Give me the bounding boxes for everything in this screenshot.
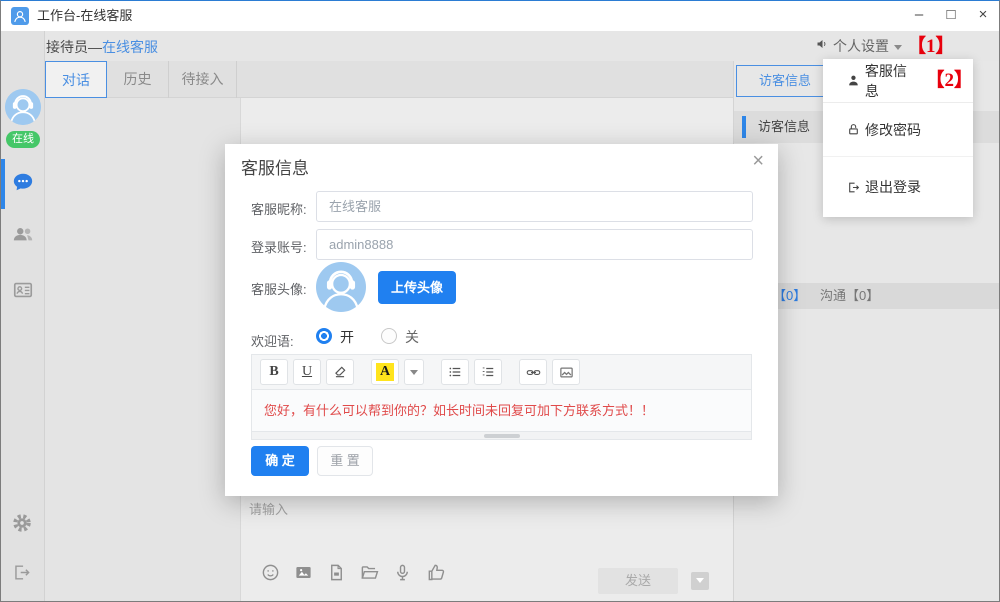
confirm-button[interactable]: 确 定 [251, 446, 309, 476]
bold-button[interactable]: B [260, 359, 288, 385]
welcome-off-radio[interactable] [381, 328, 397, 344]
menu-item-label[interactable]: 退出登录 [865, 177, 921, 197]
message-input[interactable]: 请输入 [249, 499, 288, 518]
emoji-icon[interactable] [261, 563, 280, 582]
bold-glyph: B [269, 364, 278, 380]
tab-pending[interactable]: 待接入 [169, 61, 237, 98]
thumbs-up-icon[interactable] [426, 562, 446, 582]
reset-button[interactable]: 重 置 [317, 446, 373, 476]
header-accent-bar [742, 116, 746, 138]
menu-item-change-password[interactable]: 修改密码 [823, 103, 973, 157]
upload-avatar-button[interactable]: 上传头像 [378, 271, 456, 304]
status-badge: 在线 [6, 131, 40, 148]
underline-glyph: U [302, 364, 312, 380]
menu-item-label[interactable]: 修改密码 [865, 120, 921, 140]
chevron-down-icon [894, 45, 902, 50]
chat-input-section: 请输入 [241, 491, 733, 602]
menu-item-label[interactable]: 客服信息 [865, 61, 921, 101]
input-toolbar [261, 562, 446, 582]
minimize-button[interactable]: – [903, 1, 935, 31]
nickname-label: 客服昵称: [251, 199, 307, 218]
id-card-icon[interactable] [12, 279, 34, 301]
personal-settings-label[interactable]: 个人设置 [833, 36, 889, 56]
user-avatar[interactable] [5, 89, 41, 125]
visitor-info-button[interactable]: 访客信息 [736, 65, 834, 97]
chat-icon[interactable] [12, 171, 34, 193]
numbered-list-button[interactable] [474, 359, 502, 385]
welcome-off-label[interactable]: 关 [405, 327, 419, 347]
eraser-button[interactable] [326, 359, 354, 385]
maximize-button[interactable]: □ [935, 1, 967, 31]
underline-button[interactable]: U [293, 359, 321, 385]
avatar-label: 客服头像: [251, 279, 307, 298]
image-icon[interactable] [294, 563, 313, 582]
personal-settings[interactable]: 个人设置 【1】 [816, 31, 955, 61]
account-field[interactable]: admin8888 [316, 229, 753, 260]
modal-title: 客服信息 [241, 154, 309, 179]
welcome-on-radio[interactable] [316, 328, 332, 344]
lock-icon [847, 123, 860, 136]
close-button[interactable]: × [967, 1, 999, 31]
folder-icon[interactable] [360, 563, 379, 582]
font-color-button[interactable]: A [371, 359, 399, 385]
settings-dropdown-menu: 客服信息 【2】 修改密码 退出登录 [823, 59, 973, 217]
chat-tab-bar: 对话 历史 待接入 [45, 61, 733, 98]
welcome-editor: B U A [251, 354, 752, 440]
font-color-dropdown[interactable] [404, 359, 424, 385]
annotation-1: 【1】 [907, 37, 955, 56]
person-icon [847, 74, 860, 87]
service-avatar [316, 262, 366, 312]
title-bar: 工作台-在线客服 – □ × [1, 1, 999, 31]
sidebar: 在线 [1, 31, 45, 602]
receptionist-name-link[interactable]: 在线客服 [102, 39, 158, 55]
speaker-icon [816, 37, 828, 55]
welcome-message-text[interactable]: 您好，有什么可以帮到你的？如长时间未回复可加下方联系方式！！ [251, 390, 752, 432]
menu-item-service-info[interactable]: 客服信息 【2】 [823, 59, 973, 103]
tab-history[interactable]: 历史 [107, 61, 169, 98]
communication-tab[interactable]: 沟通【0】 [820, 283, 879, 309]
service-info-modal: 客服信息 × 客服昵称: 在线客服 登录账号: admin8888 客服头像: … [225, 144, 778, 496]
insert-image-icon [559, 365, 574, 380]
bullet-list-button[interactable] [441, 359, 469, 385]
app-logo-icon [11, 7, 29, 25]
agents-icon[interactable] [12, 223, 34, 245]
active-indicator [1, 159, 5, 209]
visitor-info-header-label: 访客信息 [758, 111, 810, 143]
numbered-list-icon [481, 365, 495, 379]
eraser-icon [333, 365, 347, 379]
insert-image-button[interactable] [552, 359, 580, 385]
logout-icon [847, 181, 860, 194]
font-color-glyph: A [376, 363, 394, 381]
file-icon[interactable] [327, 563, 346, 582]
editor-toolbar: B U A [251, 354, 752, 390]
chevron-down-icon [410, 370, 418, 375]
modal-close-icon[interactable]: × [752, 150, 764, 173]
menu-item-logout[interactable]: 退出登录 [823, 157, 973, 217]
link-icon [526, 365, 541, 380]
send-options-button[interactable] [691, 572, 709, 590]
nickname-field[interactable]: 在线客服 [316, 191, 753, 222]
mic-icon[interactable] [393, 563, 412, 582]
editor-resize-handle[interactable] [251, 432, 752, 440]
link-button[interactable] [519, 359, 547, 385]
account-label: 登录账号: [251, 237, 307, 256]
send-button[interactable]: 发送 [598, 568, 678, 594]
welcome-label: 欢迎语: [251, 331, 294, 350]
logout-icon[interactable] [12, 563, 31, 582]
conversation-list [45, 98, 241, 602]
window-title: 工作台-在线客服 [37, 1, 132, 31]
welcome-on-label[interactable]: 开 [340, 327, 354, 347]
receptionist-label: 接待员—在线客服 [46, 31, 158, 61]
receptionist-prefix: 接待员— [46, 39, 102, 55]
annotation-2: 【2】 [925, 71, 973, 90]
tab-dialog[interactable]: 对话 [45, 61, 107, 98]
app-window: 工作台-在线客服 – □ × 接待员—在线客服 个人设置 【1】 在线 [0, 0, 1000, 602]
gear-icon[interactable] [12, 513, 32, 533]
bullet-list-icon [448, 365, 462, 379]
